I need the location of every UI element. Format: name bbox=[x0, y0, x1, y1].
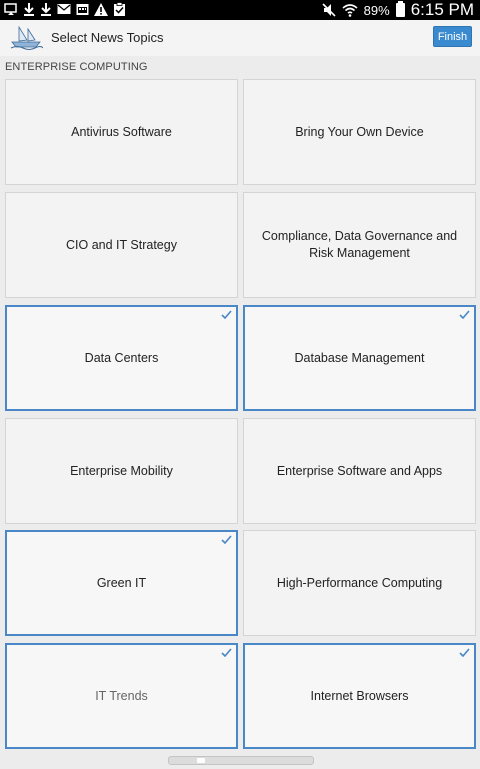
topic-label: Bring Your Own Device bbox=[295, 124, 424, 139]
topic-tile-selected[interactable]: Green IT bbox=[5, 530, 238, 636]
wifi-icon bbox=[342, 4, 358, 17]
status-bar: 89% 6:15 PM bbox=[0, 0, 480, 20]
section-header: ENTERPRISE COMPUTING bbox=[5, 61, 148, 73]
topic-tile[interactable]: CIO and IT Strategy bbox=[5, 192, 238, 298]
topic-label: Enterprise Mobility bbox=[70, 463, 173, 478]
topic-tile-selected[interactable]: Data Centers bbox=[5, 305, 238, 411]
topic-tile[interactable]: Compliance, Data Governance and Risk Man… bbox=[243, 192, 476, 298]
page-title: Select News Topics bbox=[51, 30, 164, 45]
mute-icon bbox=[322, 3, 336, 17]
battery-percent: 89% bbox=[363, 2, 390, 18]
topic-tile[interactable]: Bring Your Own Device bbox=[243, 79, 476, 185]
topic-label: Compliance, Data Governance and Risk Man… bbox=[261, 229, 458, 260]
horizontal-scrollbar[interactable] bbox=[168, 756, 314, 765]
topic-tile-selected[interactable]: Database Management bbox=[243, 305, 476, 411]
notification-icons bbox=[4, 2, 126, 16]
download-icon bbox=[41, 3, 51, 16]
topic-label: Data Centers bbox=[84, 350, 159, 365]
topic-label: Enterprise Software and Apps bbox=[276, 463, 443, 478]
checkmark-icon bbox=[459, 310, 470, 319]
clipboard-icon bbox=[114, 2, 125, 16]
topic-label: Database Management bbox=[294, 350, 425, 365]
battery-icon bbox=[395, 1, 405, 17]
checkmark-icon bbox=[459, 648, 470, 657]
download-icon bbox=[24, 3, 34, 16]
topic-label: High-Performance Computing bbox=[276, 575, 443, 590]
topic-tile[interactable]: Enterprise Software and Apps bbox=[243, 418, 476, 524]
cast-icon bbox=[4, 3, 17, 15]
mail-icon bbox=[57, 4, 71, 14]
topic-label: CIO and IT Strategy bbox=[66, 237, 177, 252]
ship-logo-icon[interactable] bbox=[9, 24, 43, 50]
topic-label: Internet Browsers bbox=[310, 688, 409, 703]
checkmark-icon bbox=[221, 535, 232, 544]
topic-tile[interactable]: Enterprise Mobility bbox=[5, 418, 238, 524]
scroll-thumb[interactable] bbox=[197, 758, 205, 763]
warning-icon bbox=[94, 2, 108, 16]
topic-label: Antivirus Software bbox=[71, 124, 172, 139]
topic-label: IT Trends bbox=[95, 688, 148, 703]
clock: 6:15 PM bbox=[410, 0, 474, 19]
topic-tile[interactable]: Antivirus Software bbox=[5, 79, 238, 185]
topic-tile-selected[interactable]: IT Trends bbox=[5, 643, 238, 749]
checkmark-icon bbox=[221, 310, 232, 319]
calendar-icon bbox=[76, 4, 89, 15]
topic-tile-selected[interactable]: Internet Browsers bbox=[243, 643, 476, 749]
topic-tile[interactable]: High-Performance Computing bbox=[243, 530, 476, 636]
checkmark-icon bbox=[221, 648, 232, 657]
topic-label: Green IT bbox=[96, 575, 147, 590]
finish-button[interactable]: Finish bbox=[433, 26, 472, 47]
app-bar: Select News Topics Finish bbox=[0, 20, 480, 56]
